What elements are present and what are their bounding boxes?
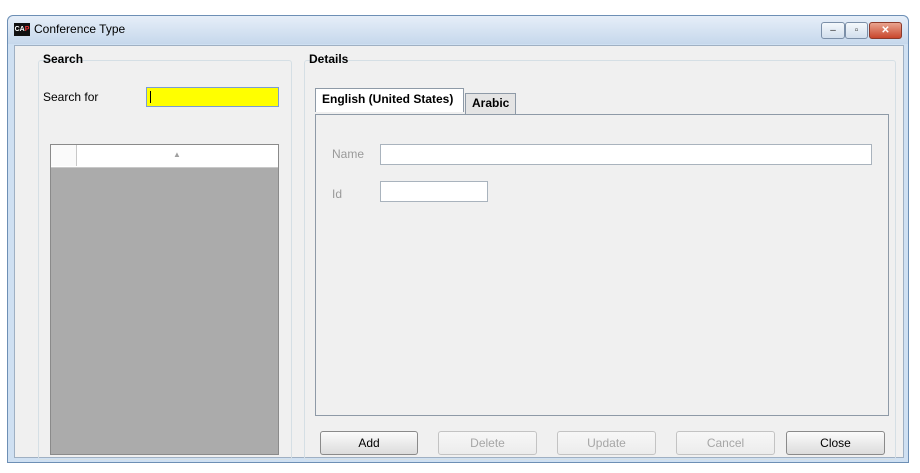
search-section-title: Search — [43, 52, 84, 66]
search-for-label: Search for — [43, 90, 99, 104]
window-client-area: Search Search for ▲ Details English (Uni… — [14, 45, 904, 460]
id-field[interactable] — [380, 181, 488, 202]
window-title: Conference Type — [34, 22, 126, 36]
title-bar[interactable]: CAP Conference Type – ▫ ✕ — [8, 16, 908, 44]
search-input[interactable] — [146, 87, 279, 107]
sort-ascending-icon[interactable]: ▲ — [173, 150, 181, 159]
details-tab-panel: Name Id — [315, 114, 889, 416]
update-button[interactable]: Update — [557, 431, 656, 455]
add-button[interactable]: Add — [320, 431, 418, 455]
name-label: Name — [332, 147, 365, 161]
tab-arabic[interactable]: Arabic — [465, 93, 516, 114]
name-field[interactable] — [380, 144, 872, 165]
details-section-title: Details — [309, 52, 349, 66]
tab-english-united-states[interactable]: English (United States) — [315, 88, 464, 112]
app-logo-icon: CAP — [14, 23, 30, 36]
id-label: Id — [332, 187, 343, 201]
list-header-corner[interactable] — [51, 145, 77, 166]
minimize-icon[interactable]: – — [821, 22, 845, 39]
close-icon[interactable]: ✕ — [869, 22, 902, 39]
cancel-button[interactable]: Cancel — [676, 431, 775, 455]
text-caret — [150, 91, 151, 103]
list-header: ▲ — [51, 145, 278, 168]
delete-button[interactable]: Delete — [438, 431, 537, 455]
close-button[interactable]: Close — [786, 431, 885, 455]
maximize-icon[interactable]: ▫ — [845, 22, 868, 39]
search-results-list[interactable]: ▲ — [50, 144, 279, 455]
conference-type-window: CAP Conference Type – ▫ ✕ Search Search … — [7, 15, 909, 463]
